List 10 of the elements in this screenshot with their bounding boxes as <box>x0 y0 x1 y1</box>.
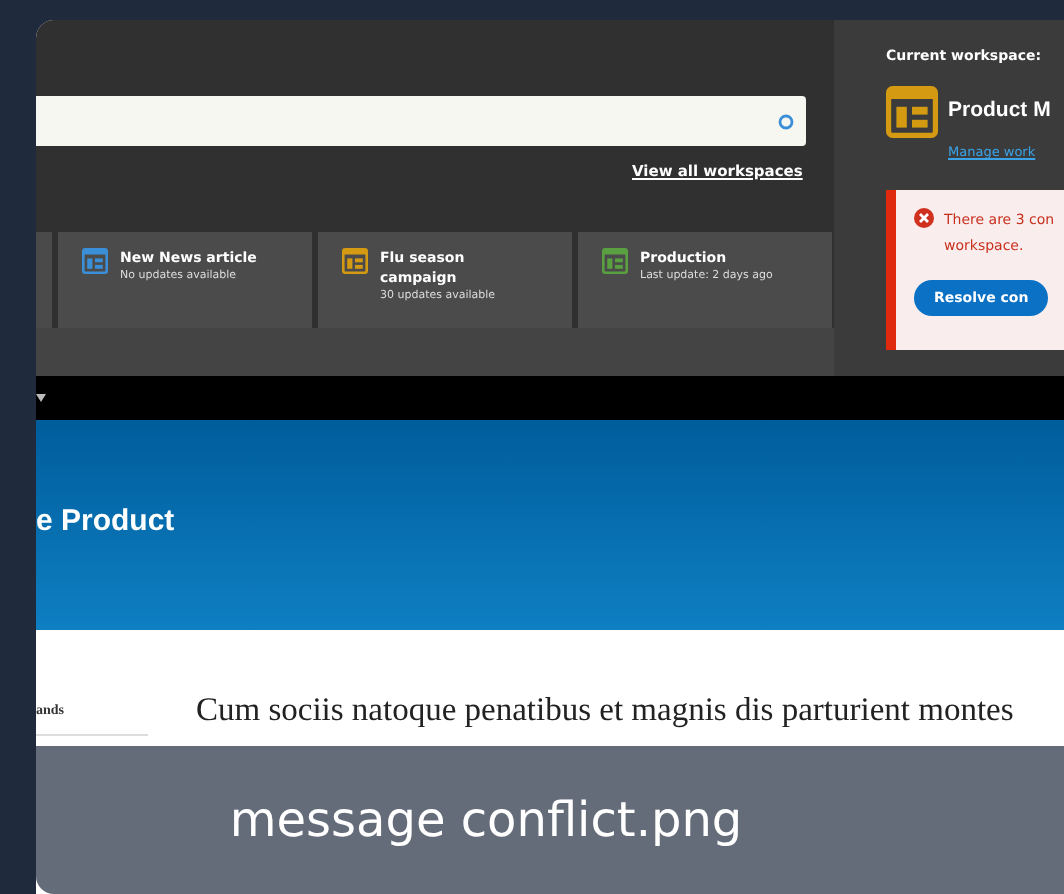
workspace-name: Product M <box>948 98 1051 122</box>
site-title: e Product <box>36 504 175 538</box>
search-field[interactable] <box>36 96 806 146</box>
layout-icon <box>886 86 938 138</box>
search-icon <box>778 113 794 129</box>
error-icon <box>914 208 934 228</box>
caret-icon[interactable] <box>36 394 46 402</box>
workspace-card[interactable] <box>36 232 52 328</box>
article-title: Cum sociis natoque penatibus et magnis dis parturient montes <box>196 690 1016 730</box>
file-name: message conflict.png <box>229 792 745 848</box>
